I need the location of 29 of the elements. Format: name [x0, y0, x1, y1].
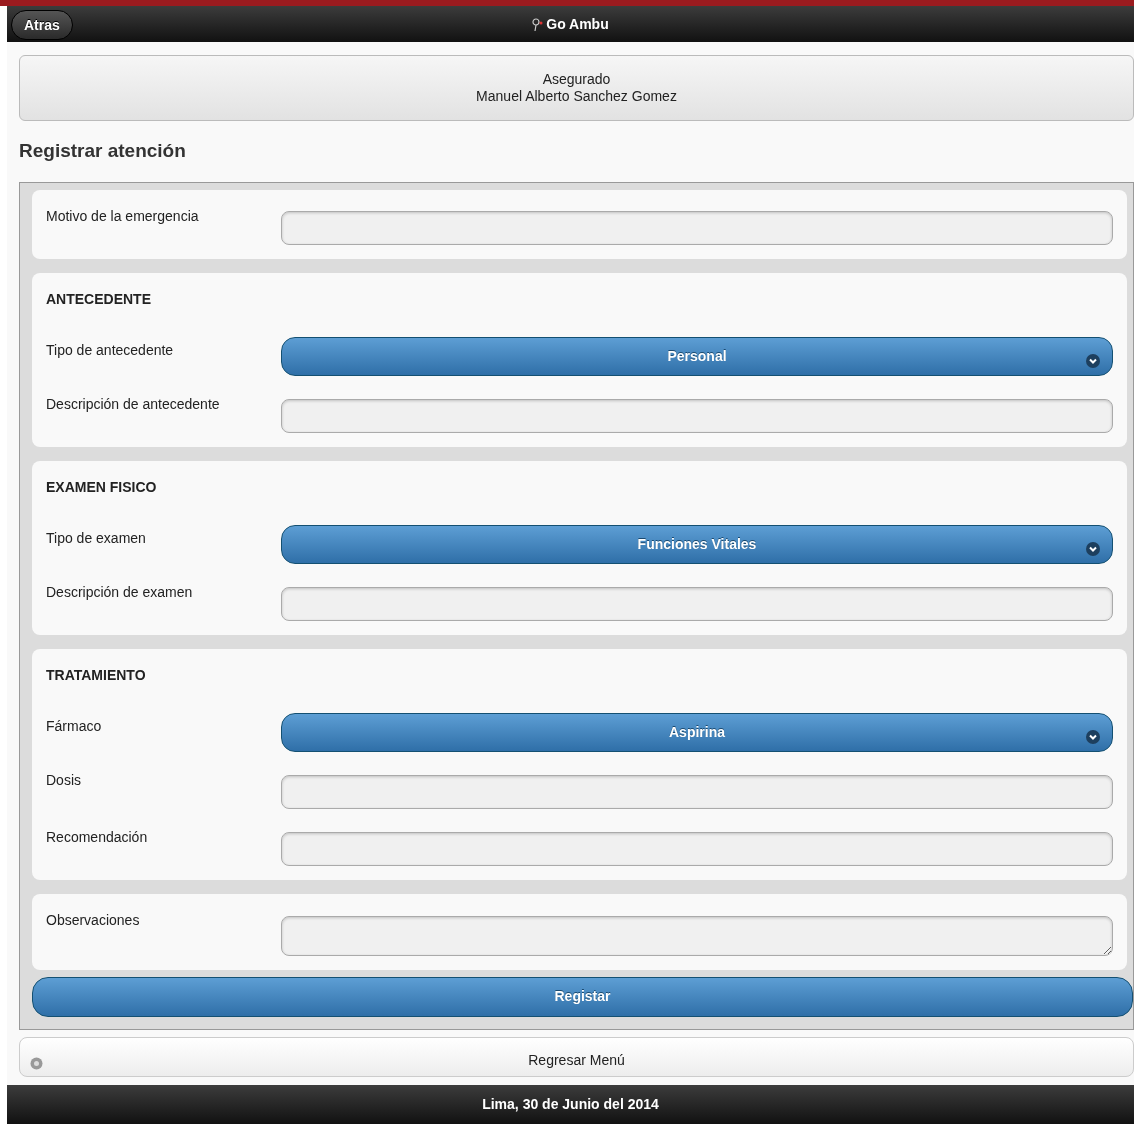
field-label: Motivo de la emergencia — [46, 206, 200, 226]
text-area[interactable] — [281, 915, 1113, 956]
insured-label: Asegurado — [542, 71, 611, 88]
footer-bar: Lima, 30 de Junio del 2014 — [7, 1085, 1134, 1124]
back-button[interactable]: Atras — [11, 10, 73, 40]
input-field[interactable] — [281, 831, 1113, 866]
section-heading: TRATAMIENTO — [46, 665, 147, 685]
field-label: Tipo de examen — [46, 528, 147, 548]
insured-name: Manuel Alberto Sanchez Gomez — [476, 88, 677, 105]
input-field[interactable] — [281, 774, 1113, 809]
input-field[interactable] — [281, 586, 1113, 621]
field-label: Observaciones — [46, 910, 141, 930]
select-menu[interactable]: Personal — [281, 336, 1113, 376]
section-heading: ANTECEDENTE — [46, 289, 152, 309]
field-label: Recomendación — [46, 827, 149, 847]
field-label: Dosis — [46, 770, 82, 790]
menu-button[interactable]: Regresar Menú — [19, 1036, 1134, 1077]
select-menu[interactable]: Aspirina — [281, 712, 1113, 752]
field-label: Fármaco — [46, 716, 103, 736]
page-title: Registrar atención — [19, 139, 187, 163]
input-field[interactable] — [281, 210, 1113, 245]
field-label: Descripción de examen — [46, 582, 194, 602]
app-title: Go Ambu — [546, 14, 609, 34]
input-field[interactable] — [281, 398, 1113, 433]
section-heading: EXAMEN FISICO — [46, 477, 158, 497]
select-menu[interactable]: Funciones Vitales — [281, 524, 1113, 564]
field-label: Tipo de antecedente — [46, 340, 175, 360]
submit-button[interactable]: Registar — [32, 976, 1133, 1017]
field-label: Descripción de antecedente — [46, 394, 221, 414]
